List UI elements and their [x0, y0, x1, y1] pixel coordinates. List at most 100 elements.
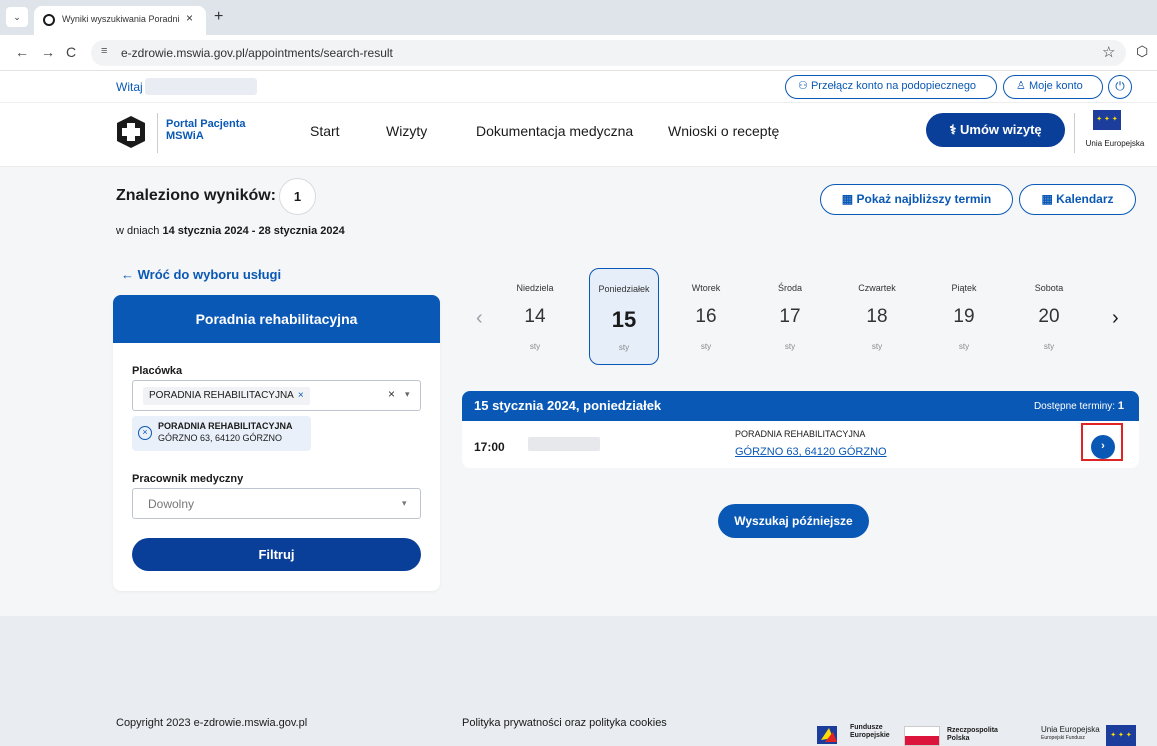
page-content: Znaleziono wyników: 1 w dniach 14 styczn… — [0, 167, 1157, 616]
nav-wnioski[interactable]: Wnioski o receptę — [668, 123, 779, 139]
day-name: Sobota — [1034, 283, 1064, 293]
calendar-icon: ▦ — [1041, 192, 1053, 206]
url-text[interactable]: e-zdrowie.mswia.gov.pl/appointments/sear… — [121, 46, 393, 60]
day-sunday[interactable]: Niedziela 14 sty — [500, 268, 570, 365]
day-tuesday[interactable]: Wtorek 16 sty — [671, 268, 741, 365]
tab-close-icon[interactable]: × — [186, 11, 193, 25]
staff-label: Pracownik medyczny — [132, 473, 244, 485]
european-funds-line1: Fundusze — [850, 724, 883, 731]
my-account-button[interactable]: ♙ Moje konto — [1003, 75, 1103, 99]
greeting: Witaj — [116, 80, 143, 94]
day-saturday[interactable]: Sobota 20 sty — [1014, 268, 1084, 365]
selected-clinic-name: PORADNIA REHABILITACYJNA — [158, 421, 293, 431]
person-icon: ♙ — [1016, 80, 1026, 92]
search-later-button[interactable]: Wyszukaj późniejsze — [718, 504, 869, 538]
poland-flag-icon — [904, 726, 940, 746]
browser-tab[interactable]: Wyniki wyszukiwania Poradnia reh × — [34, 6, 206, 35]
staff-select-value: Dowolny — [148, 497, 195, 511]
tab-search-menu-icon[interactable]: ⌄ — [6, 7, 28, 27]
portal-name[interactable]: Portal Pacjenta MSWiA — [166, 118, 266, 142]
slot-clinic-name: PORADNIA REHABILITACYJNA — [735, 429, 866, 439]
bookmark-star-icon[interactable]: ☆ — [1102, 43, 1115, 61]
day-month: sty — [529, 342, 541, 351]
logo-divider — [157, 113, 158, 153]
day-month: sty — [1043, 342, 1055, 351]
day-name: Czwartek — [858, 283, 896, 293]
european-funds-line2: Europejskie — [850, 732, 890, 739]
date-range-prefix: w dniach — [116, 225, 163, 237]
day-friday[interactable]: Piątek 19 sty — [929, 268, 999, 365]
selected-clinic-address: GÓRZNO 63, 64120 GÓRZNO — [158, 433, 283, 443]
staff-select[interactable]: Dowolny ▾ — [132, 488, 421, 519]
facility-chip-label: PORADNIA REHABILITACYJNA — [149, 390, 294, 401]
site-settings-icon[interactable]: ≡ — [101, 45, 107, 57]
date-range-value: 14 stycznia 2024 - 28 stycznia 2024 — [162, 225, 345, 237]
portal-logo-icon[interactable] — [114, 115, 148, 149]
european-funds-label: Fundusze Europejskie — [850, 724, 890, 740]
nav-dokumentacja[interactable]: Dokumentacja medyczna — [476, 123, 633, 139]
slot-time: 17:00 — [474, 440, 505, 454]
url-field[interactable]: ≡ e-zdrowie.mswia.gov.pl/appointments/se… — [91, 40, 1126, 66]
poland-line1: Rzeczpospolita — [947, 727, 998, 734]
poland-label: Rzeczpospolita Polska — [947, 727, 998, 743]
calendar-button[interactable]: ▦ Kalendarz — [1019, 184, 1136, 215]
day-name: Środa — [777, 283, 803, 293]
prev-week-arrow-icon[interactable]: ‹ — [476, 307, 483, 330]
portal-name-line1: Portal Pacjenta — [166, 118, 246, 130]
day-name: Niedziela — [516, 283, 554, 293]
day-wednesday[interactable]: Środa 17 sty — [755, 268, 825, 365]
back-to-service-link[interactable]: ← Wróć do wyboru usługi — [121, 267, 281, 282]
logout-power-icon[interactable]: ⏻ — [1108, 75, 1132, 99]
back-arrow-icon[interactable]: ← — [15, 44, 29, 60]
book-appointment-button[interactable]: ⚕ Umów wizytę — [926, 113, 1065, 147]
browser-tab-bar: ⌄ Wyniki wyszukiwania Poradnia reh × + — [0, 0, 1157, 35]
calendar-clock-icon: ▦ — [841, 192, 854, 206]
filter-panel-title: Poradnia rehabilitacyjna — [113, 295, 440, 343]
day-number: 14 — [524, 306, 546, 327]
calendar-label: Kalendarz — [1056, 192, 1114, 206]
day-number: 18 — [866, 306, 888, 327]
day-number: 20 — [1038, 306, 1060, 327]
reload-icon[interactable]: C — [66, 44, 76, 60]
date-range: w dniach 14 stycznia 2024 - 28 stycznia … — [116, 225, 345, 237]
clear-selection-icon[interactable]: × — [388, 387, 395, 401]
switch-account-button[interactable]: ⚇ Przełącz konto na podopiecznego — [785, 75, 997, 99]
forward-arrow-icon[interactable]: → — [41, 44, 55, 60]
available-slots: Dostępne terminy: 1 — [1034, 400, 1124, 412]
stethoscope-icon: ⚕ — [949, 122, 957, 137]
deselect-clinic-icon[interactable]: × — [138, 426, 152, 440]
filter-button[interactable]: Filtruj — [132, 538, 421, 571]
nav-wizyty[interactable]: Wizyty — [386, 123, 427, 139]
eu-footer-flag-icon: ✦ ✦ ✦ — [1106, 725, 1136, 746]
extensions-icon[interactable]: ⬡ — [1136, 43, 1148, 60]
result-card-header: 15 stycznia 2024, poniedziałek Dostępne … — [462, 391, 1139, 421]
available-slots-count: 1 — [1117, 400, 1124, 412]
slot-address-link[interactable]: GÓRZNO 63, 64120 GÓRZNO — [735, 446, 887, 458]
filter-panel: Poradnia rehabilitacyjna Placówka PORADN… — [113, 295, 440, 591]
result-date: 15 stycznia 2024, poniedziałek — [474, 398, 662, 413]
nearest-date-button[interactable]: ▦ Pokaż najbliższy termin — [820, 184, 1013, 215]
footer: Copyright 2023 e-zdrowie.mswia.gov.pl Po… — [0, 616, 1157, 746]
nav-start[interactable]: Start — [310, 123, 340, 139]
chevron-down-icon[interactable]: ▾ — [402, 498, 407, 509]
redacted-doctor-name — [528, 437, 600, 451]
day-month: sty — [958, 342, 970, 351]
chevron-down-icon[interactable]: ▾ — [405, 389, 410, 400]
day-name: Piątek — [951, 283, 977, 293]
available-slots-label: Dostępne terminy: — [1033, 401, 1118, 412]
book-appointment-label: Umów wizytę — [960, 122, 1042, 137]
eu-label: Unia Europejska — [1085, 139, 1145, 148]
chip-remove-icon[interactable]: × — [298, 390, 304, 401]
privacy-policy-link[interactable]: Polityka prywatności oraz polityka cooki… — [462, 717, 667, 729]
users-icon: ⚇ — [798, 80, 808, 92]
facility-select[interactable]: PORADNIA REHABILITACYJNA × × ▾ — [132, 380, 421, 411]
new-tab-button[interactable]: + — [214, 8, 223, 26]
day-number: 16 — [695, 306, 717, 327]
highlight-annotation-box — [1081, 423, 1123, 461]
redacted-user-name — [145, 78, 257, 95]
eu-footer-line2: Europejski Fundusz — [1041, 735, 1085, 741]
day-thursday[interactable]: Czwartek 18 sty — [842, 268, 912, 365]
next-week-arrow-icon[interactable]: › — [1112, 307, 1119, 330]
day-monday-selected[interactable]: Poniedziałek 15 sty — [589, 268, 659, 365]
site-favicon-icon — [43, 14, 55, 26]
